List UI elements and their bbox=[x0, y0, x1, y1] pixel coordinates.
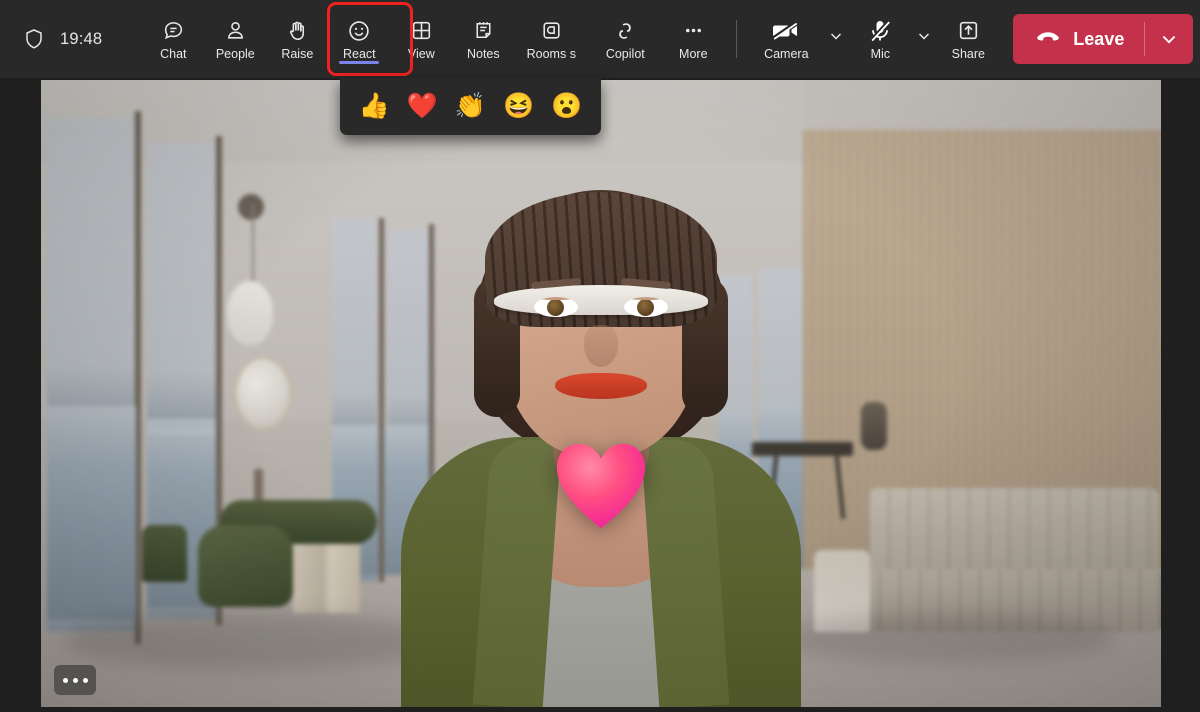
notes-icon bbox=[471, 17, 496, 44]
rooms-icon bbox=[539, 17, 564, 44]
chat-icon bbox=[161, 17, 186, 44]
avatar-eye-left bbox=[534, 297, 578, 317]
toolbar-label: Chat bbox=[160, 47, 186, 61]
toolbar-label: View bbox=[408, 47, 435, 61]
toolbar-label: Mic bbox=[871, 47, 890, 61]
toolbar-button-more[interactable]: More bbox=[662, 8, 724, 70]
toolbar-label: Copilot bbox=[606, 47, 645, 61]
more-ellipsis-icon bbox=[63, 678, 68, 683]
camera-off-icon bbox=[771, 17, 801, 44]
toolbar-button-notes[interactable]: Notes bbox=[452, 8, 514, 70]
toolbar-button-react[interactable]: React bbox=[328, 8, 390, 70]
avatar-nose bbox=[584, 325, 618, 367]
avatar-headband bbox=[494, 285, 708, 315]
leave-button[interactable]: Leave bbox=[1013, 14, 1144, 64]
mic-off-icon bbox=[867, 17, 893, 44]
applause-reaction[interactable]: 👏 bbox=[455, 94, 486, 119]
toolbar-label: Camera bbox=[764, 47, 808, 61]
toolbar-button-view[interactable]: View bbox=[390, 8, 452, 70]
raise-hand-icon bbox=[285, 17, 310, 44]
toolbar-label: People bbox=[216, 47, 255, 61]
more-ellipsis-icon bbox=[83, 678, 88, 683]
toolbar-button-share[interactable]: Share bbox=[937, 8, 999, 70]
hangup-icon bbox=[1035, 29, 1061, 50]
mic-options-chevron[interactable] bbox=[911, 8, 937, 70]
participant-video-tile[interactable] bbox=[41, 80, 1161, 707]
meeting-timer: 19:48 bbox=[60, 30, 102, 49]
toolbar-button-mic[interactable]: Mic bbox=[849, 8, 911, 70]
heart-reaction[interactable]: ❤️ bbox=[407, 94, 438, 119]
avatar-lips bbox=[555, 373, 647, 399]
leave-options-chevron[interactable] bbox=[1145, 14, 1193, 64]
toolbar-button-people[interactable]: People bbox=[204, 8, 266, 70]
toolbar-button-raise[interactable]: Raise bbox=[266, 8, 328, 70]
share-screen-icon bbox=[956, 17, 981, 44]
toolbar-button-chat[interactable]: Chat bbox=[142, 8, 204, 70]
react-active-indicator bbox=[339, 61, 379, 64]
toolbar-button-camera[interactable]: Camera bbox=[749, 8, 823, 70]
camera-options-chevron[interactable] bbox=[823, 8, 849, 70]
leave-button-label: Leave bbox=[1073, 29, 1124, 50]
shield-icon bbox=[22, 27, 46, 51]
toolbar-label: Share bbox=[952, 47, 985, 61]
meeting-toolbar: 19:48 Chat People bbox=[0, 0, 1200, 78]
toolbar-left-group: 19:48 bbox=[0, 27, 102, 51]
more-ellipsis-icon bbox=[681, 17, 706, 44]
toolbar-label: Raise bbox=[281, 47, 313, 61]
toolbar-actions: Chat People bbox=[142, 8, 999, 70]
teams-meeting-window: 19:48 Chat People bbox=[0, 0, 1200, 712]
copilot-icon bbox=[612, 17, 638, 44]
tile-more-options-button[interactable] bbox=[54, 665, 96, 695]
avatar-eye-right bbox=[624, 297, 668, 317]
laugh-reaction[interactable]: 😆 bbox=[503, 94, 534, 119]
toolbar-label: React bbox=[343, 47, 376, 61]
toolbar-button-rooms[interactable]: Rooms s bbox=[514, 8, 588, 70]
people-icon bbox=[223, 17, 248, 44]
toolbar-button-copilot[interactable]: Copilot bbox=[588, 8, 662, 70]
thumbs-up-reaction[interactable]: 👍 bbox=[359, 94, 390, 119]
heart-reaction-animation bbox=[553, 440, 649, 532]
view-grid-icon bbox=[409, 17, 434, 44]
toolbar-right-group: Leave bbox=[999, 14, 1200, 64]
participant-avatar bbox=[386, 127, 816, 707]
leave-meeting-control[interactable]: Leave bbox=[1013, 14, 1193, 64]
react-smiley-icon bbox=[346, 17, 372, 44]
toolbar-label: More bbox=[679, 47, 707, 61]
toolbar-label: Rooms s bbox=[527, 47, 576, 61]
toolbar-label: Notes bbox=[467, 47, 500, 61]
more-ellipsis-icon bbox=[73, 678, 78, 683]
surprised-reaction[interactable]: 😮 bbox=[551, 94, 582, 119]
reaction-picker-popup: 👍 ❤️ 👏 😆 😮 bbox=[340, 78, 601, 135]
toolbar-divider bbox=[736, 20, 737, 58]
